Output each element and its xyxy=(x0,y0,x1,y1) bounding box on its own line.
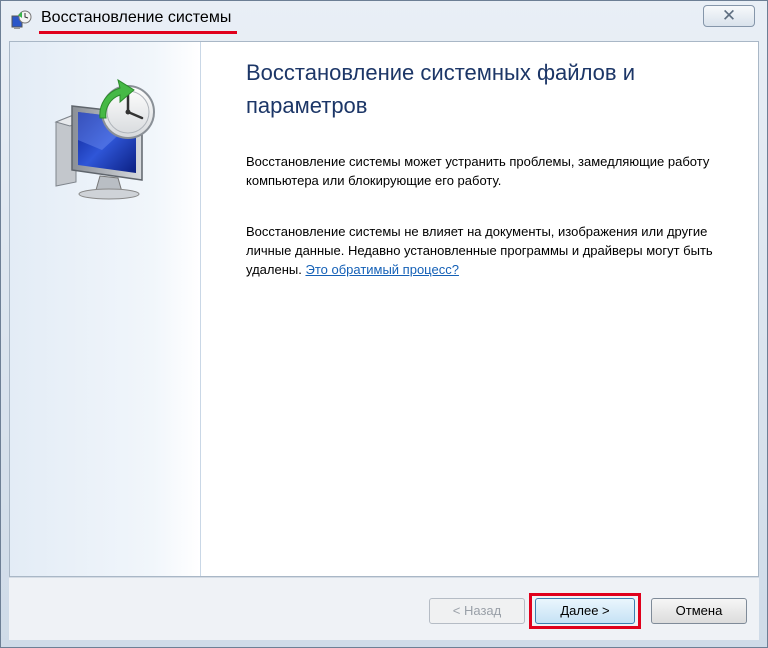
left-decor-pane xyxy=(10,42,201,576)
description-paragraph-1: Восстановление системы может устранить п… xyxy=(246,154,710,188)
reversible-process-link[interactable]: Это обратимый процесс? xyxy=(305,262,458,277)
close-button[interactable]: ✕ xyxy=(703,5,755,27)
close-icon: ✕ xyxy=(721,6,737,26)
dialog-content: Восстановление системных файлов и параме… xyxy=(9,41,759,577)
title-highlight-underline xyxy=(39,31,237,34)
cancel-button[interactable]: Отмена xyxy=(651,598,747,624)
description-paragraph-2: Восстановление системы не влияет на доку… xyxy=(246,222,726,279)
system-restore-window: Восстановление системы ✕ Восстановление … xyxy=(0,0,768,648)
title-bar: Восстановление системы ✕ xyxy=(1,1,767,37)
back-button[interactable]: < Назад xyxy=(429,598,525,624)
next-button[interactable]: Далее > xyxy=(535,598,635,624)
monitor-clock-restore-icon xyxy=(54,78,155,200)
system-restore-icon xyxy=(11,10,32,29)
button-bar: < Назад Далее > Отмена xyxy=(9,577,759,640)
window-title: Восстановление системы xyxy=(41,9,232,26)
page-heading: Восстановление системных файлов и параме… xyxy=(246,60,635,118)
